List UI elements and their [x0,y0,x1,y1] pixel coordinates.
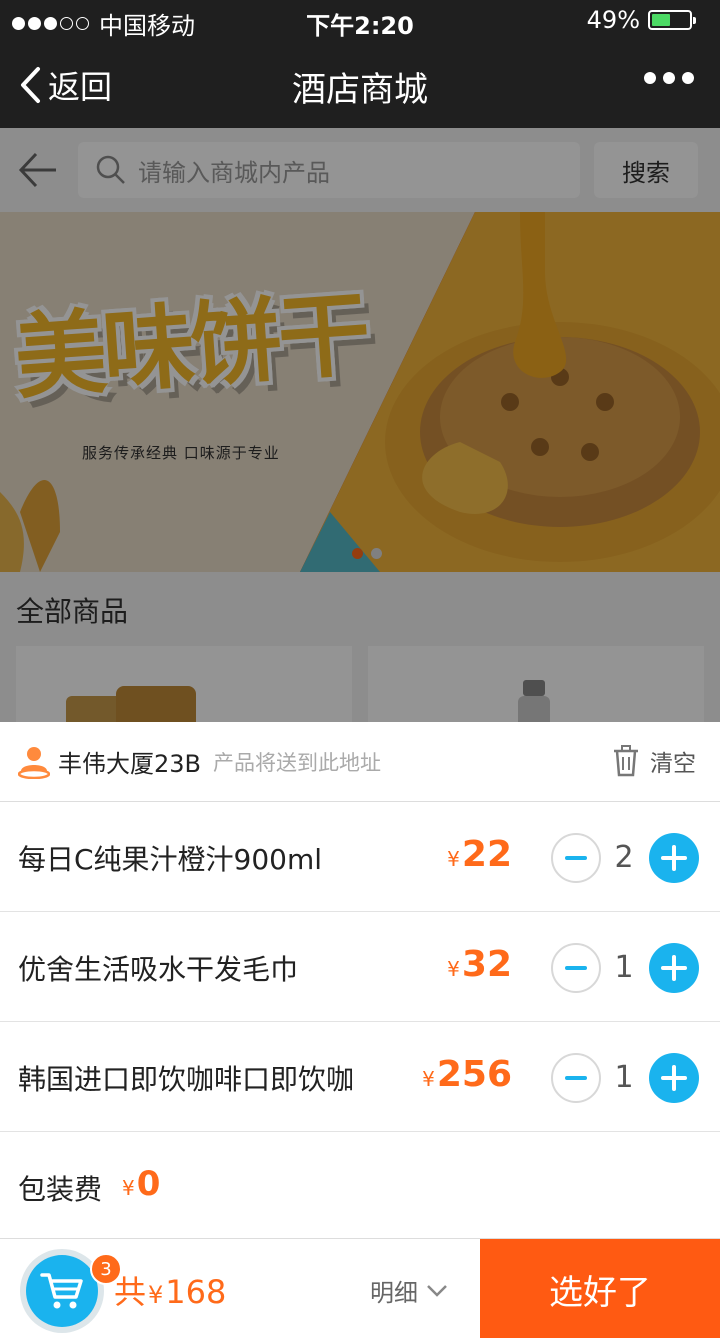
cart-item: 优舍生活吸水干发毛巾 ¥32 1 [0,912,720,1022]
decrease-quantity-button[interactable] [551,943,601,993]
item-quantity: 1 [614,1060,634,1095]
trash-icon [614,745,638,777]
increase-quantity-button[interactable] [649,833,699,883]
item-quantity: 2 [614,840,634,875]
cart-button-inner [26,1255,98,1327]
currency-symbol: ¥ [422,1067,435,1091]
increase-quantity-button[interactable] [649,943,699,993]
overlay-mask[interactable] [0,128,720,722]
item-price-value: 22 [461,834,512,875]
chevron-down-icon [427,1284,447,1297]
battery-group: 49% [586,6,696,34]
status-bar: 中国移动 下午2:20 49% [0,0,720,40]
address-name: 丰伟大厦23B [58,750,202,778]
battery-percent: 49% [586,6,640,34]
nav-bar: 返回 酒店商城 [0,40,720,128]
clear-label: 清空 [650,751,696,777]
checkout-bar: 3 共¥168 明细 选好了 [0,1238,720,1338]
currency-symbol: ¥ [447,957,460,981]
currency-symbol: ¥ [122,1176,135,1200]
detail-toggle[interactable]: 明细 [370,1273,448,1308]
address-tip: 产品将送到此地址 [213,750,382,775]
currency-symbol: ¥ [447,847,460,871]
item-price-value: 32 [461,944,512,985]
cart-item: 每日C纯果汁橙汁900ml ¥22 2 [0,802,720,912]
item-price: ¥22 [447,834,512,875]
increase-quantity-button[interactable] [649,1053,699,1103]
packaging-price-value: 0 [136,1164,161,1204]
page-title: 酒店商城 [292,70,428,110]
packaging-fee-row: 包装费 ¥0 [0,1130,720,1238]
item-price: ¥32 [447,944,512,985]
minus-icon [565,856,587,860]
total-amount: 168 [165,1273,227,1311]
item-price-value: 256 [436,1054,512,1095]
more-icon[interactable] [644,72,694,84]
checkout-button[interactable]: 选好了 [480,1239,720,1338]
minus-icon [565,966,587,970]
item-name: 每日C纯果汁橙汁900ml [18,843,323,876]
total-price: 共¥168 [114,1267,226,1313]
packaging-label: 包装费 [18,1173,103,1206]
cart-button[interactable]: 3 [20,1249,122,1333]
total-prefix: 共 [114,1273,147,1311]
plus-icon [661,955,687,981]
item-name: 韩国进口即饮咖啡口即饮咖 [18,1063,355,1096]
cart-item: 韩国进口即饮咖啡口即饮咖 ¥256 1 [0,1022,720,1132]
person-location-icon [18,746,50,779]
plus-icon [661,845,687,871]
detail-label: 明细 [370,1279,418,1307]
battery-icon [648,10,696,30]
decrease-quantity-button[interactable] [551,1053,601,1103]
item-price: ¥256 [422,1054,512,1095]
plus-icon [661,1065,687,1091]
clear-cart-button[interactable]: 清空 [612,744,696,778]
address-row[interactable]: 丰伟大厦23B 产品将送到此地址 清空 [0,722,720,802]
packaging-price: ¥0 [122,1164,160,1204]
decrease-quantity-button[interactable] [551,833,601,883]
shopping-cart-icon [40,1273,83,1309]
minus-icon [565,1076,587,1080]
item-quantity: 1 [614,950,634,985]
item-name: 优舍生活吸水干发毛巾 [18,953,299,986]
currency-symbol: ¥ [148,1281,164,1309]
cart-panel: 丰伟大厦23B 产品将送到此地址 清空 每日C纯果汁橙汁900ml ¥22 2 … [0,722,720,1238]
